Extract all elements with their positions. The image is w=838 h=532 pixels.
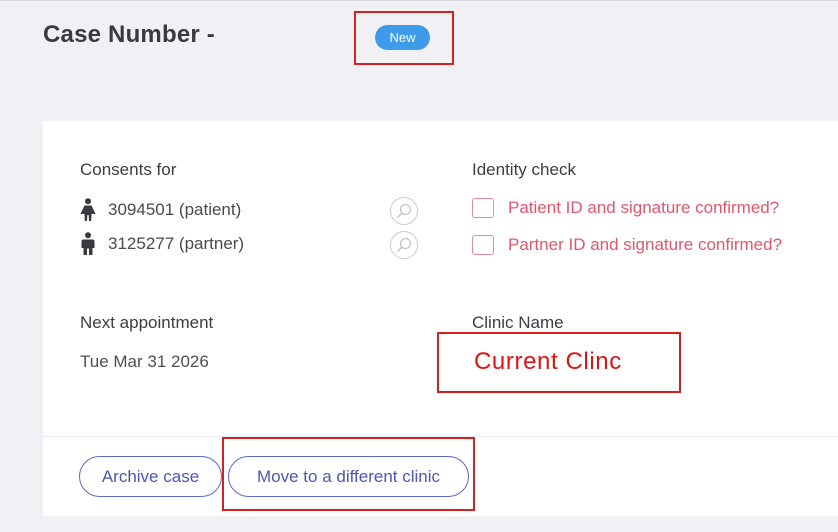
patient-row: 3094501 (patient) [79, 198, 241, 222]
patient-id-check[interactable]: Patient ID and signature confirmed? [472, 198, 779, 218]
top-border [0, 0, 838, 1]
move-annotation-box [222, 437, 475, 511]
patient-id-checkbox[interactable] [472, 198, 494, 218]
patient-search-button[interactable] [390, 197, 418, 225]
search-icon [396, 237, 412, 253]
partner-row: 3125277 (partner) [79, 232, 244, 256]
search-icon [396, 203, 412, 219]
patient-id: 3094501 (patient) [108, 200, 242, 219]
consents-label: Consents for [80, 160, 177, 179]
case-title: Case Number - [43, 21, 215, 48]
partner-id-check[interactable]: Partner ID and signature confirmed? [472, 235, 782, 255]
partner-id-check-label[interactable]: Partner ID and signature confirmed? [508, 235, 782, 255]
partner-id: 3125277 (partner) [108, 234, 245, 253]
next-appointment-label: Next appointment [80, 313, 214, 332]
status-badge: New [375, 25, 430, 50]
archive-case-button[interactable]: Archive case [79, 456, 222, 497]
male-person-icon [81, 232, 95, 255]
partner-search-button[interactable] [390, 231, 418, 259]
identity-check-label: Identity check [472, 160, 576, 179]
partner-id-checkbox[interactable] [472, 235, 494, 255]
patient-id-check-label[interactable]: Patient ID and signature confirmed? [508, 198, 779, 218]
clinic-name-value: Current Clinc [474, 348, 622, 375]
female-person-icon [80, 198, 96, 221]
clinic-name-label: Clinic Name [472, 313, 564, 332]
next-appointment-date: Tue Mar 31 2026 [80, 352, 209, 371]
